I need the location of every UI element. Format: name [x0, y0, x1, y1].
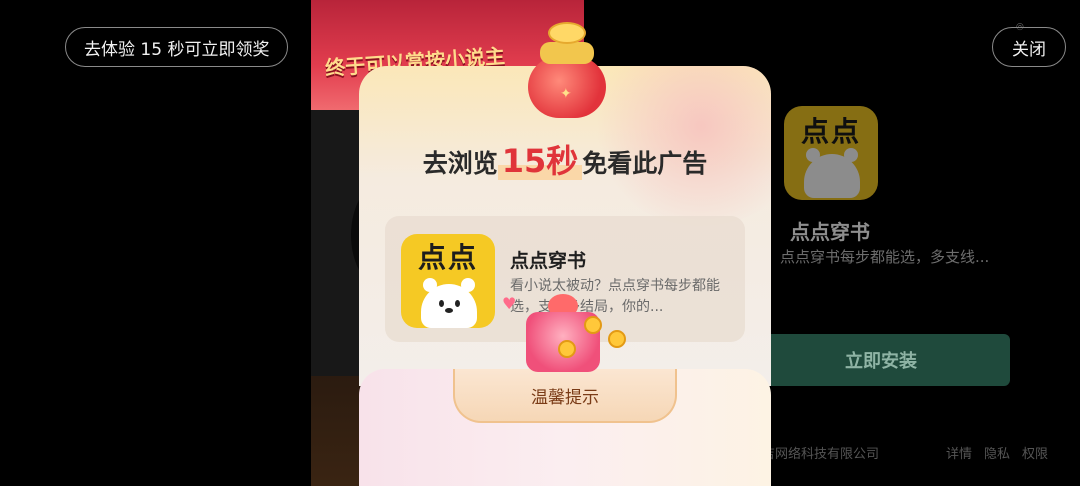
- card-app-name: 点点穿书: [510, 250, 587, 272]
- privacy-link[interactable]: 隐私: [984, 443, 1010, 462]
- jar-neck: [540, 42, 594, 64]
- heart-icon: ♥: [502, 294, 517, 313]
- title-prefix: 去浏览: [422, 149, 498, 178]
- bear-eye-icon: [455, 300, 460, 307]
- lucky-jar-icon: ✦: [524, 18, 610, 118]
- bear-nose-icon: [445, 308, 453, 313]
- app-logo: 点点: [784, 106, 878, 200]
- sparkle-icon: ✦: [560, 86, 572, 102]
- coin-icon: [584, 316, 602, 334]
- install-button[interactable]: 立即安装: [752, 334, 1010, 386]
- app-name: 点点穿书: [790, 220, 870, 244]
- modal-title: 去浏览 15秒 免看此广告: [359, 136, 771, 182]
- permissions-link[interactable]: 权限: [1022, 443, 1048, 462]
- title-highlight: 15秒: [497, 142, 583, 180]
- card-logo-text: 点点: [417, 241, 478, 274]
- tip-sheet: 温馨提示: [359, 369, 771, 486]
- footer-links: 详情 隐私 权限: [946, 443, 1048, 462]
- jar-lid: [548, 22, 586, 44]
- coin-icon: [608, 330, 626, 348]
- title-suffix: 免看此广告: [582, 149, 708, 178]
- app-logo-text: 点点: [800, 115, 861, 148]
- coin-icon: [558, 340, 576, 358]
- app-description: 点点穿书每步都能选，多支线...: [780, 248, 990, 266]
- card-app-logo: 点点: [401, 234, 495, 328]
- company-name: 吉网络科技有限公司: [762, 447, 880, 462]
- bear-eye-icon: [439, 300, 444, 307]
- reward-countdown-pill[interactable]: 去体验 15 秒可立即领奖: [65, 27, 289, 67]
- details-link[interactable]: 详情: [946, 443, 972, 462]
- gift-box-icon: ♥: [498, 288, 628, 378]
- close-button[interactable]: 关闭: [992, 27, 1066, 67]
